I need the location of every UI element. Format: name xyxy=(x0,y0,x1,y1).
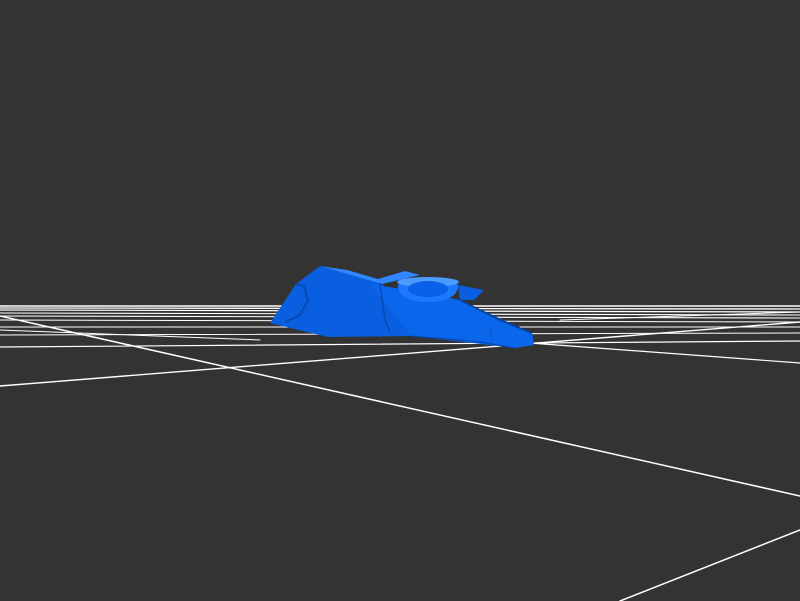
model-dome-inner xyxy=(408,281,448,297)
3d-viewport[interactable] xyxy=(0,0,800,601)
viewport-canvas[interactable] xyxy=(0,0,800,601)
